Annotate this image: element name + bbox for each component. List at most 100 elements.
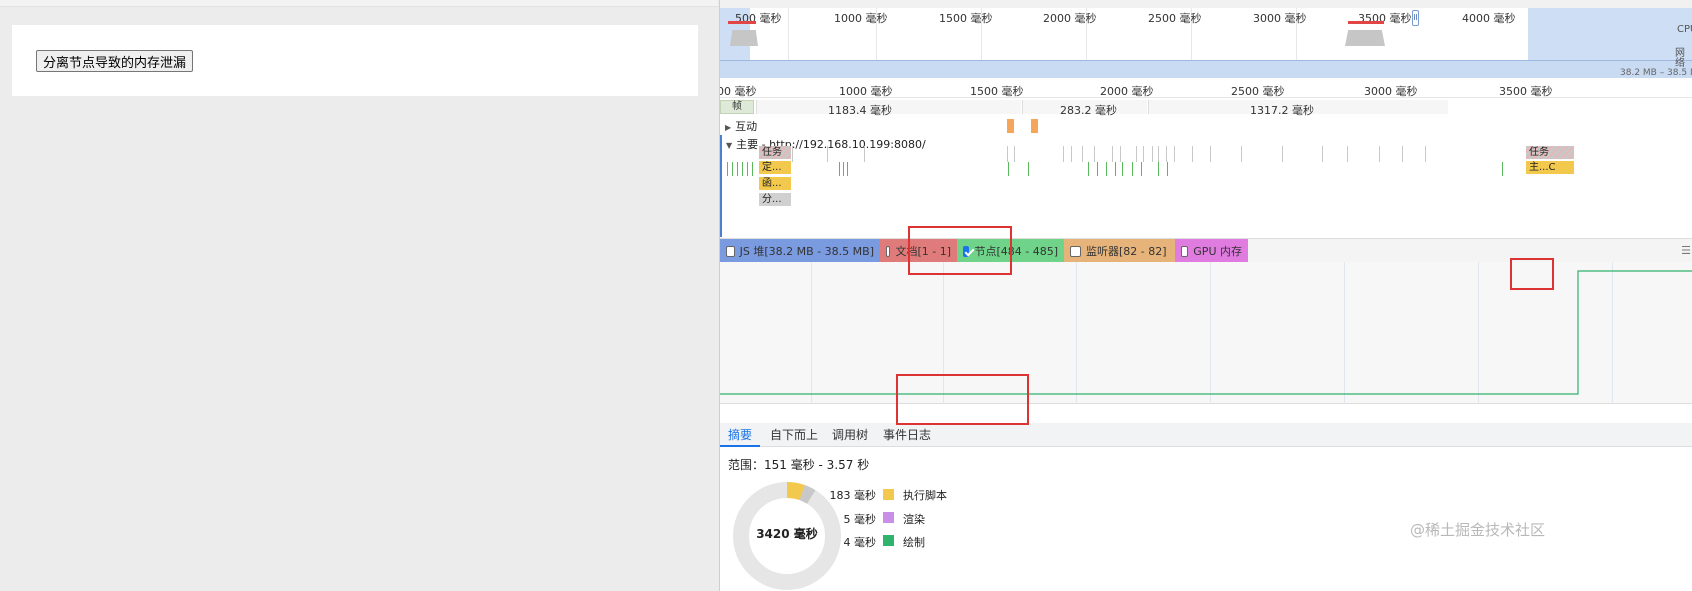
paint-tick <box>847 162 848 176</box>
ruler-label: 2000 毫秒 <box>1100 85 1154 98</box>
interaction-marker[interactable] <box>1007 119 1014 133</box>
paint-tick <box>1097 162 1098 176</box>
tab-call-tree[interactable]: 调用树 <box>824 423 876 447</box>
interaction-marker[interactable] <box>1031 119 1038 133</box>
tab-summary[interactable]: 摘要 <box>720 423 761 447</box>
activity-tick <box>864 146 865 162</box>
counter-toggle[interactable]: JS 堆[38.2 MB - 38.5 MB] <box>720 239 880 263</box>
details-tabs: 摘要 自下而上 调用树 事件日志 <box>720 423 1692 447</box>
selected-range: 范围：151 毫秒 - 3.57 秒 <box>728 458 870 472</box>
expand-triangle-icon: ▶ <box>725 123 732 132</box>
activity-tick <box>1210 146 1211 162</box>
paint-tick <box>839 162 840 176</box>
counter-toggle[interactable]: GPU 内存 <box>1175 239 1248 263</box>
paint-tick <box>1008 162 1009 176</box>
legend-name: 渲染 <box>903 513 925 526</box>
collapse-triangle-icon: ▼ <box>726 141 733 150</box>
activity-tick <box>1071 146 1072 162</box>
activity-tick <box>1192 146 1193 162</box>
activity-tick <box>1143 146 1144 162</box>
legend-value: 183 毫秒 <box>829 489 877 502</box>
counter-checkbox[interactable] <box>886 245 891 257</box>
activity-tick <box>1094 146 1095 162</box>
activity-tick <box>1007 146 1008 162</box>
overview-tick-label: 2500 毫秒 <box>1148 12 1202 25</box>
activity-tick <box>1241 146 1242 162</box>
paint-tick <box>1132 162 1133 176</box>
content-card: 分离节点导致的内存泄漏 <box>12 25 698 96</box>
overview-long-task-marker <box>728 21 756 24</box>
overview-tick-label: 1000 毫秒 <box>834 12 888 25</box>
activity-tick <box>792 146 793 162</box>
overview-cpu-label: CPU <box>1677 24 1692 35</box>
flame-task[interactable]: 任务 <box>759 146 791 159</box>
overview-memory-strip <box>720 60 1692 78</box>
flame-main-right[interactable]: 主...C <box>1526 161 1574 174</box>
ruler-label: 2500 毫秒 <box>1231 85 1285 98</box>
tab-bottom-up[interactable]: 自下而上 <box>762 423 826 447</box>
highlight-box-graph-baseline <box>896 374 1029 425</box>
counter-label: GPU 内存 <box>1193 245 1242 258</box>
interactions-track[interactable]: ▶ 互动 <box>720 117 1692 134</box>
counter-checkbox[interactable] <box>1181 245 1189 257</box>
activity-tick <box>1379 146 1380 162</box>
interactions-track-header[interactable]: ▶ 互动 <box>725 118 757 134</box>
paint-tick <box>1106 162 1107 176</box>
activity-tick <box>1014 146 1015 162</box>
legend-swatch-painting <box>883 535 894 546</box>
legend-name: 执行脚本 <box>903 489 947 502</box>
overview-net-label: 网络 <box>1675 48 1685 69</box>
main-track-header[interactable]: ▼ 主要 - http://192.168.10.199:8080/ <box>726 136 926 152</box>
overview-cpu-activity <box>1345 30 1385 46</box>
activity-tick <box>1136 146 1137 162</box>
flame-split[interactable]: 分... <box>759 193 791 206</box>
flame-define[interactable]: 定... <box>759 161 791 174</box>
activity-tick <box>1282 146 1283 162</box>
activity-tick <box>1120 146 1121 162</box>
timeline-overview[interactable]: ll ll 500 毫秒 1000 毫秒 1500 毫秒 2000 毫秒 250… <box>720 0 1692 80</box>
highlight-box-graph-jump <box>1510 258 1554 290</box>
detached-nodes-leak-button[interactable]: 分离节点导致的内存泄漏 <box>36 50 194 72</box>
paint-tick <box>843 162 844 176</box>
legend-swatch-scripting <box>883 489 894 500</box>
activity-tick <box>827 146 828 162</box>
paint-tick <box>752 162 753 176</box>
paint-tick <box>727 162 728 176</box>
overview-long-task-marker <box>1348 21 1384 24</box>
main-thread-track[interactable]: ▼ 主要 - http://192.168.10.199:8080/ 任务 定..… <box>720 135 1692 237</box>
frames-track[interactable]: 帧 1183.4 毫秒 283.2 毫秒 1317.2 毫秒 <box>720 98 1692 117</box>
paint-tick <box>1028 162 1029 176</box>
time-ruler: 500 毫秒 1000 毫秒 1500 毫秒 2000 毫秒 2500 毫秒 3… <box>720 80 1692 98</box>
selection-right-handle[interactable]: ll <box>1412 10 1419 26</box>
activity-tick <box>1322 146 1323 162</box>
activity-tick <box>1082 146 1083 162</box>
ruler-label: 500 毫秒 <box>720 85 757 98</box>
interactions-label: 互动 <box>735 120 758 133</box>
overview-cpu-activity <box>730 30 758 46</box>
activity-tick <box>1425 146 1426 162</box>
paint-tick <box>1158 162 1159 176</box>
flame-function[interactable]: 函... <box>759 177 791 190</box>
paint-tick <box>737 162 738 176</box>
paint-tick <box>1115 162 1116 176</box>
activity-tick <box>1174 146 1175 162</box>
counter-checkbox[interactable] <box>726 245 735 257</box>
tab-event-log[interactable]: 事件日志 <box>875 423 939 447</box>
counters-menu-icon[interactable]: ☰ <box>1681 244 1691 257</box>
activity-tick <box>1158 146 1159 162</box>
frame-duration: 1317.2 毫秒 <box>1250 104 1314 117</box>
activity-tick <box>1112 146 1113 162</box>
counter-checkbox[interactable] <box>1070 245 1081 257</box>
activity-tick <box>1063 146 1064 162</box>
paint-tick <box>1141 162 1142 176</box>
paint-tick <box>742 162 743 176</box>
overview-tick-label: 1500 毫秒 <box>939 12 993 25</box>
legend-value: 5 毫秒 <box>843 513 877 526</box>
ruler-label: 3000 毫秒 <box>1364 85 1418 98</box>
ruler-label: 3500 毫秒 <box>1499 85 1553 98</box>
paint-tick <box>1167 162 1168 176</box>
paint-tick <box>1122 162 1123 176</box>
flame-task-right[interactable]: 任务 <box>1526 146 1574 159</box>
counter-toggle[interactable]: 监听器[82 - 82] <box>1064 239 1175 263</box>
paint-tick <box>1088 162 1089 176</box>
